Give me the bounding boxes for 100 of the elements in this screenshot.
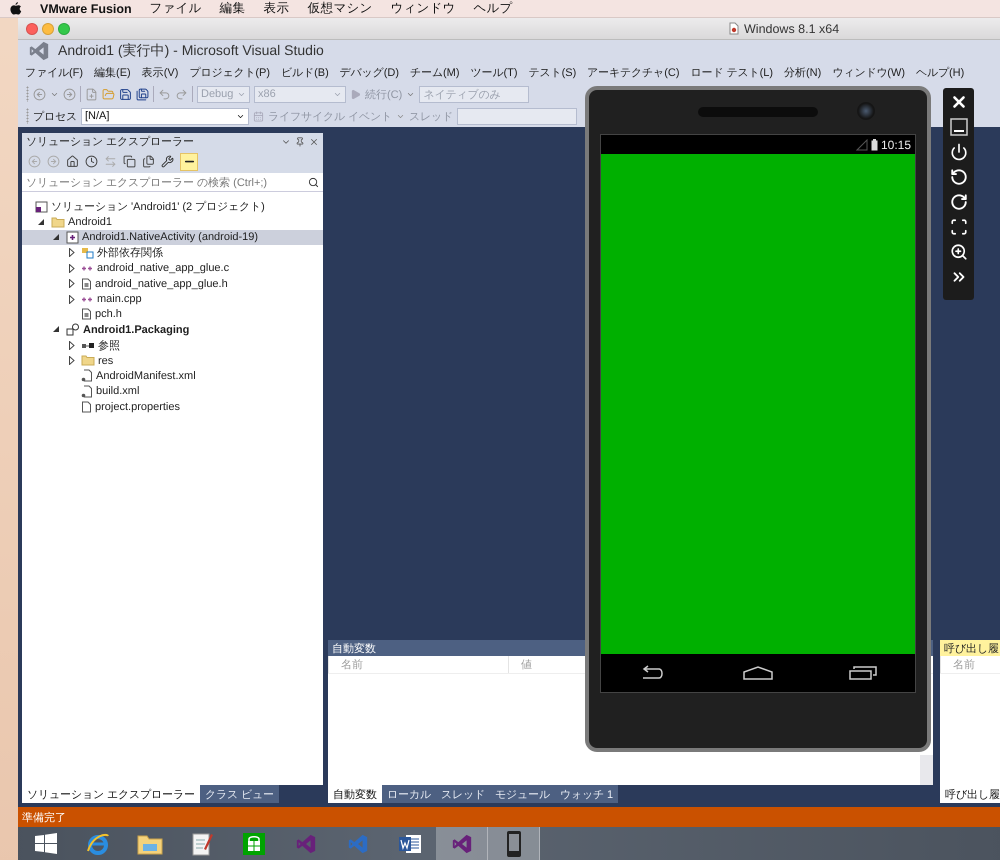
tree-item[interactable]: Android1.NativeActivity (android-19) (22, 230, 323, 246)
phone-icon[interactable] (506, 830, 522, 858)
menu-item[interactable]: ファイル(F) (25, 65, 84, 80)
menu-item[interactable]: 編集 (220, 0, 246, 17)
solution-icon (35, 200, 48, 213)
tree-item[interactable]: ソリューション 'Android1' (2 プロジェクト) (22, 199, 323, 214)
xml-file-icon (81, 369, 93, 382)
tab[interactable]: ウォッチ 1 (555, 785, 618, 803)
panel-header: 呼び出し履 (940, 640, 1000, 656)
tree-item[interactable]: main.cpp (22, 291, 323, 307)
menu-item[interactable]: 編集(E) (94, 65, 131, 80)
menu-item[interactable]: 分析(N) (784, 65, 822, 80)
tab[interactable]: 自動変数 (328, 785, 382, 803)
tree-item[interactable]: res (22, 352, 323, 368)
search-icon[interactable] (308, 176, 319, 188)
collapsed-arrow-icon[interactable] (68, 279, 74, 288)
tree-item[interactable]: build.xml (22, 384, 323, 400)
xml-file-icon (81, 384, 93, 398)
panel-title: ソリューション エクスプローラー (26, 134, 194, 149)
menu-item[interactable]: テスト(S) (528, 65, 576, 80)
close-button[interactable] (26, 22, 38, 34)
menu-item[interactable]: ビルド(B) (281, 65, 329, 80)
preview-toggle[interactable] (180, 152, 198, 170)
scrollbar (920, 755, 933, 785)
expanded-arrow-icon[interactable] (53, 326, 60, 334)
visual-studio-icon (347, 832, 369, 854)
clock-icon[interactable] (85, 155, 98, 168)
recent-apps-icon[interactable] (849, 666, 877, 680)
menu-item[interactable]: ヘルプ (474, 0, 513, 17)
tab[interactable]: スレッド (436, 785, 490, 803)
collapsed-arrow-icon[interactable] (68, 356, 74, 366)
tree-item[interactable]: 参照 (22, 338, 323, 353)
expanded-arrow-icon[interactable] (38, 218, 45, 226)
menu-item[interactable]: 仮想マシン (308, 0, 373, 17)
zoom-icon[interactable] (950, 243, 968, 261)
tree-item[interactable]: 外部依存関係 (22, 245, 323, 261)
store-icon[interactable] (241, 830, 267, 856)
signal-icon (856, 138, 868, 150)
tree-item[interactable]: AndroidManifest.xml (22, 368, 323, 384)
menu-item[interactable]: 表示(V) (142, 65, 178, 80)
tab[interactable]: クラス ビュー (200, 785, 280, 803)
expanded-arrow-icon[interactable] (53, 234, 60, 241)
save-icon[interactable] (119, 88, 132, 100)
tab[interactable]: ソリューション エクスプローラー (22, 785, 200, 803)
rotate-left-icon[interactable] (950, 168, 968, 186)
header-file-icon (81, 308, 92, 320)
visual-studio-logo-icon (28, 40, 50, 62)
tree-item[interactable]: project.properties (22, 399, 323, 414)
tree-item[interactable]: Android1.Packaging (22, 322, 323, 338)
notepad-icon[interactable] (190, 830, 214, 856)
menu-item[interactable]: ウィンドウ(W) (832, 65, 906, 80)
package-icon (66, 323, 80, 336)
rotate-right-icon[interactable] (950, 193, 968, 211)
visual-studio-icon (295, 832, 317, 854)
windows-logo-icon[interactable] (34, 832, 58, 856)
tree-item[interactable]: pch.h (22, 306, 323, 322)
menu-item[interactable]: ヘルプ(H) (916, 65, 964, 80)
menu-item[interactable]: プロジェクト(P) (189, 65, 270, 80)
collapsed-arrow-icon[interactable] (68, 340, 74, 350)
clock-time: 10:15 (880, 138, 911, 152)
minimize-icon[interactable] (950, 118, 968, 136)
menu-item[interactable]: 表示 (264, 0, 290, 17)
dependencies-icon (81, 246, 94, 260)
menu-item[interactable]: アーキテクチャ(C) (587, 65, 680, 80)
collapsed-arrow-icon[interactable] (68, 294, 74, 304)
folder-icon (81, 355, 95, 366)
home-icon[interactable] (66, 155, 79, 168)
menu-item[interactable]: ツール(T) (470, 65, 518, 80)
menu-item[interactable]: ウィンドウ (390, 0, 456, 17)
fit-to-screen-icon[interactable] (950, 218, 968, 236)
tree-item[interactable]: Android1 (22, 214, 323, 230)
tab[interactable]: モジュール (490, 785, 555, 803)
show-all-files-icon[interactable] (142, 155, 155, 168)
battery-icon (870, 138, 878, 150)
column-header: 名前 (328, 656, 508, 673)
tree-item[interactable]: android_native_app_glue.c (22, 260, 323, 276)
apple-logo-icon[interactable] (10, 2, 22, 15)
visual-studio-icon (450, 832, 472, 854)
app-menu[interactable]: VMware Fusion (40, 2, 132, 16)
collapsed-arrow-icon[interactable] (68, 248, 74, 258)
menu-item[interactable]: ファイル (150, 0, 202, 17)
tab[interactable]: 呼び出し履 (940, 785, 1000, 803)
menu-item[interactable]: チーム(M) (410, 65, 460, 80)
wrench-icon[interactable] (161, 155, 174, 168)
process-label: プロセス (33, 110, 77, 124)
menu-item[interactable]: デバッグ(D) (340, 65, 400, 80)
tree-item[interactable]: android_native_app_glue.h (22, 276, 323, 292)
window-title: Windows 8.1 x64 (744, 22, 840, 36)
save-all-icon[interactable] (136, 88, 149, 100)
tab[interactable]: ローカル (382, 785, 436, 803)
search-field[interactable]: ソリューション エクスプローラー の検索 (Ctrl+;) (22, 173, 323, 192)
pin-icon[interactable] (295, 136, 305, 146)
process-dropdown[interactable]: [N/A] (81, 108, 249, 124)
collapsed-arrow-icon[interactable] (68, 264, 74, 273)
camera-icon (857, 102, 875, 120)
power-icon[interactable] (950, 143, 968, 161)
collapse-icon[interactable] (123, 155, 136, 168)
menu-item[interactable]: ロード テスト(L) (690, 65, 774, 80)
status-text: 準備完了 (22, 810, 66, 824)
taskbar-button[interactable] (488, 827, 540, 860)
